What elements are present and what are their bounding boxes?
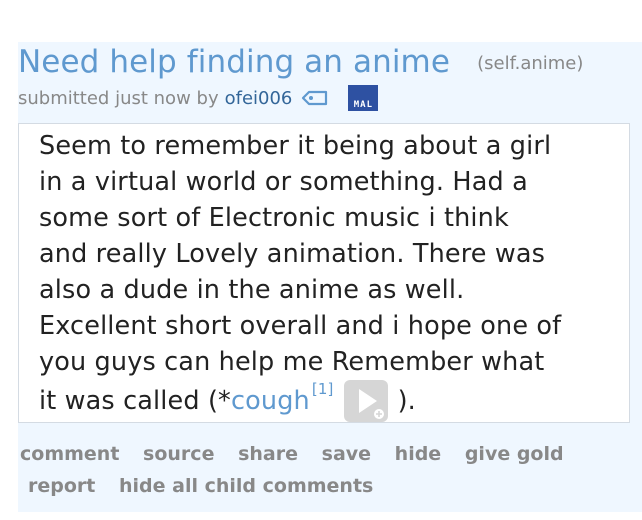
body-line: and really Lovely animation. There was — [39, 239, 546, 269]
post-body-text: Seem to remember it being about a girl i… — [39, 128, 613, 422]
post-tagline: submitted just now by ofei006 MAL — [18, 85, 379, 111]
author-link[interactable]: ofei006 — [225, 88, 293, 109]
report-button[interactable]: report — [28, 470, 95, 502]
body-line: in a virtual world or something. Had a — [39, 167, 528, 197]
save-button[interactable]: save — [322, 438, 371, 470]
hide-button[interactable]: hide — [395, 438, 442, 470]
hide-all-child-comments-button[interactable]: hide all child comments — [119, 470, 373, 502]
share-button[interactable]: share — [238, 438, 298, 470]
action-row-2: report hide all child comments — [20, 470, 620, 502]
post-domain[interactable]: (self.anime) — [477, 53, 583, 74]
body-line-prefix: it was called (* — [39, 386, 231, 416]
tag-icon[interactable] — [300, 89, 330, 107]
body-line: Seem to remember it being about a girl — [39, 131, 552, 161]
comment-button[interactable]: comment — [20, 438, 119, 470]
post-body: Seem to remember it being about a girl i… — [18, 123, 630, 423]
post-action-buttons: comment source share save hide give gold… — [20, 438, 620, 502]
body-last-line: it was called (* cough [1] ). — [39, 380, 613, 422]
title-row: Need help finding an anime (self.anime) — [18, 44, 583, 80]
body-line: Excellent short overall and i hope one o… — [39, 311, 562, 341]
post-container: Need help finding an anime (self.anime) … — [18, 42, 642, 512]
tagline-prefix: submitted just now by — [18, 87, 219, 109]
footnote-marker[interactable]: [1] — [312, 371, 334, 407]
body-line-suffix: ). — [397, 386, 416, 416]
body-line: also a dude in the anime as well. — [39, 275, 465, 305]
post-title-link[interactable]: Need help finding an anime — [18, 44, 450, 80]
cough-link[interactable]: cough — [231, 383, 310, 419]
body-line: some sort of Electronic music i think — [39, 203, 509, 233]
play-button-icon[interactable] — [343, 380, 388, 422]
source-button[interactable]: source — [143, 438, 214, 470]
mal-badge-icon[interactable]: MAL — [348, 85, 379, 111]
give-gold-button[interactable]: give gold — [465, 438, 564, 470]
action-row-1: comment source share save hide give gold — [20, 438, 620, 470]
